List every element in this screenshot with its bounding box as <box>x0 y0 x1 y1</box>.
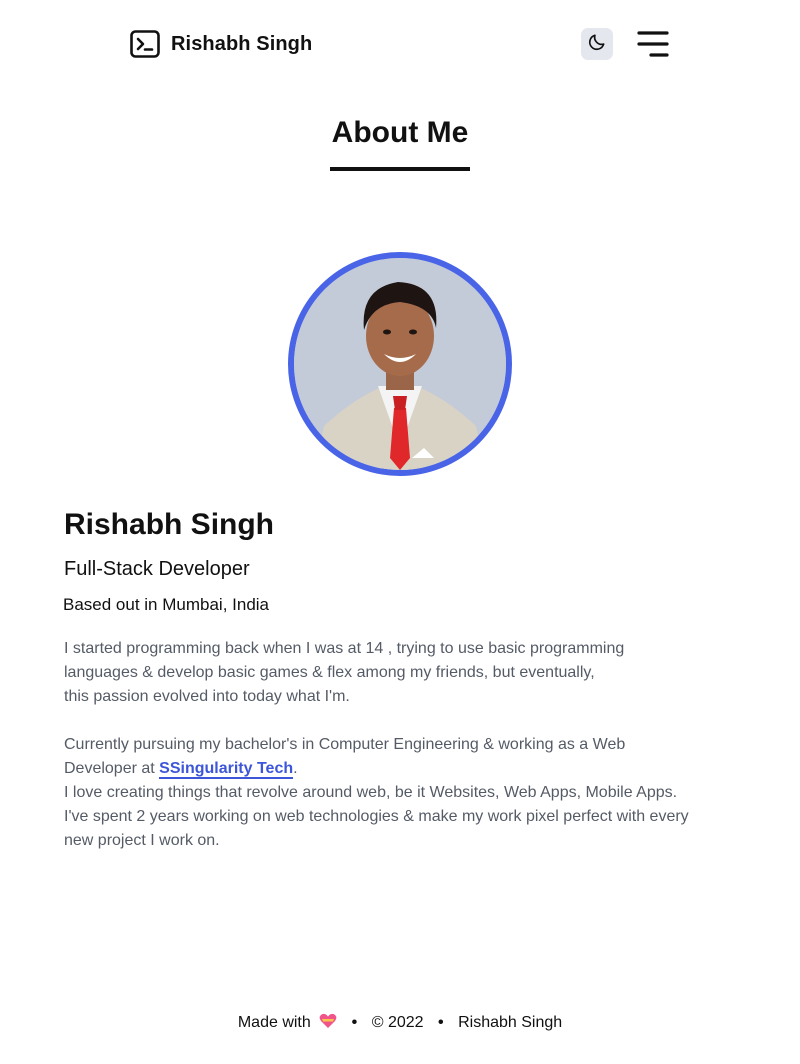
profile-role: Full-Stack Developer <box>64 558 250 580</box>
site-header: Rishabh Singh <box>0 0 800 88</box>
footer-made-with: Made with <box>237 1014 311 1031</box>
bio-line: . <box>293 760 298 777</box>
bio-line: I started programming back when I was at… <box>64 640 625 657</box>
footer-author: Rishabh Singh <box>458 1014 563 1031</box>
bio-line: languages & develop basic games & flex a… <box>64 664 595 681</box>
brand-name: Rishabh Singh <box>171 32 313 55</box>
footer-copyright: © 2022 <box>371 1014 424 1031</box>
profile-location: Based out in Mumbai, India <box>63 595 270 614</box>
theme-toggle-button[interactable] <box>581 28 613 60</box>
avatar <box>288 252 512 476</box>
bio-line: this passion evolved into today what I'm… <box>64 688 350 705</box>
brand-link[interactable]: Rishabh Singh <box>130 30 312 58</box>
title-underline <box>330 167 470 171</box>
page-title: About Me <box>331 116 469 149</box>
heart-icon <box>319 1013 337 1034</box>
bio-line: Developer at <box>64 760 160 777</box>
footer-separator: • <box>351 1014 358 1031</box>
bio-paragraph-1: I started programming back when I was at… <box>64 637 754 709</box>
hamburger-menu-icon <box>637 31 669 62</box>
bio-line: I've spent 2 years working on web techno… <box>64 808 689 825</box>
profile-name: Rishabh Singh <box>64 508 274 541</box>
bio-line: new project I work on. <box>64 832 220 849</box>
moon-icon <box>587 32 607 57</box>
bio-paragraph-2: Currently pursuing my bachelor's in Comp… <box>64 733 754 853</box>
company-link[interactable]: SSingularity Tech <box>159 760 294 779</box>
bio-line: Currently pursuing my bachelor's in Comp… <box>64 736 626 753</box>
terminal-icon <box>130 30 160 58</box>
site-footer: Made with • © 2022 • Rishabh Singh <box>0 1013 800 1034</box>
footer-separator: • <box>438 1014 444 1031</box>
menu-button[interactable] <box>637 30 669 58</box>
bio-line: I love creating things that revolve arou… <box>64 784 678 801</box>
